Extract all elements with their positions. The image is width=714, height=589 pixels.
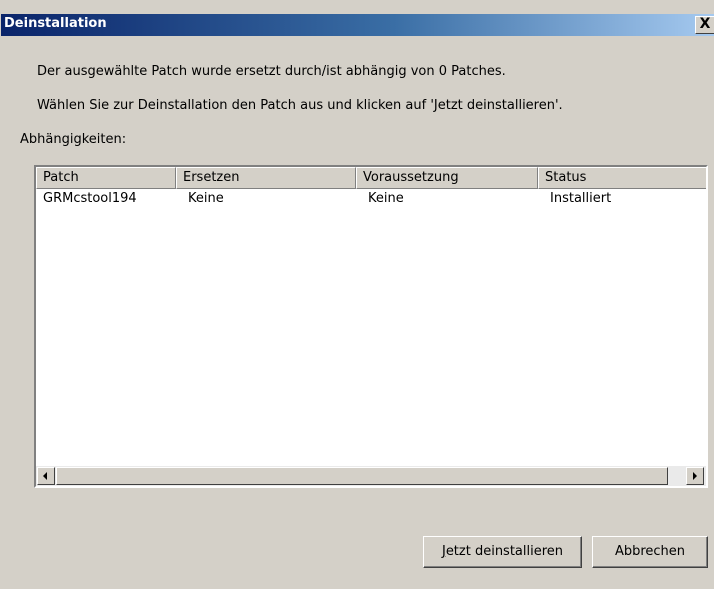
listview-header: Patch Ersetzen Voraussetzung Status <box>36 167 706 189</box>
scrollbar-thumb[interactable] <box>56 467 668 485</box>
column-header-patch[interactable]: Patch <box>36 167 176 189</box>
close-icon: X <box>699 16 711 32</box>
dependencies-label: Abhängigkeiten: <box>20 132 127 147</box>
cell-ersetzen: Keine <box>188 191 224 206</box>
title-bar[interactable]: Deinstallation X <box>1 14 714 36</box>
scroll-right-button[interactable] <box>686 467 704 485</box>
arrow-right-icon <box>693 472 697 480</box>
uninstall-label: etzt deinstallieren <box>445 544 564 559</box>
column-header-voraussetzung[interactable]: Voraussetzung <box>356 167 538 189</box>
cell-status: Installiert <box>550 191 612 206</box>
scroll-left-button[interactable] <box>37 467 55 485</box>
deinstallation-dialog: Deinstallation X Der ausgewählte Patch w… <box>0 0 714 589</box>
table-row[interactable]: GRMcstool194 Keine Keine Installiert <box>36 190 706 210</box>
column-header-ersetzen[interactable]: Ersetzen <box>176 167 356 189</box>
close-button[interactable]: X <box>695 16 714 34</box>
info-text-dependencies-count: Der ausgewählte Patch wurde ersetzt durc… <box>37 64 506 79</box>
uninstall-now-button[interactable]: Jetzt deinstallieren <box>423 536 582 568</box>
cancel-button[interactable]: Abbrechen <box>592 536 708 568</box>
column-header-status[interactable]: Status <box>538 167 706 189</box>
arrow-left-icon <box>43 472 47 480</box>
cell-voraussetzung: Keine <box>368 191 404 206</box>
cell-patch: GRMcstool194 <box>43 191 137 206</box>
info-text-instructions: Wählen Sie zur Deinstallation den Patch … <box>37 98 563 113</box>
window-title: Deinstallation <box>4 16 107 31</box>
dependencies-listview[interactable]: Patch Ersetzen Voraussetzung Status GRMc… <box>34 165 708 488</box>
horizontal-scrollbar[interactable] <box>36 466 706 486</box>
